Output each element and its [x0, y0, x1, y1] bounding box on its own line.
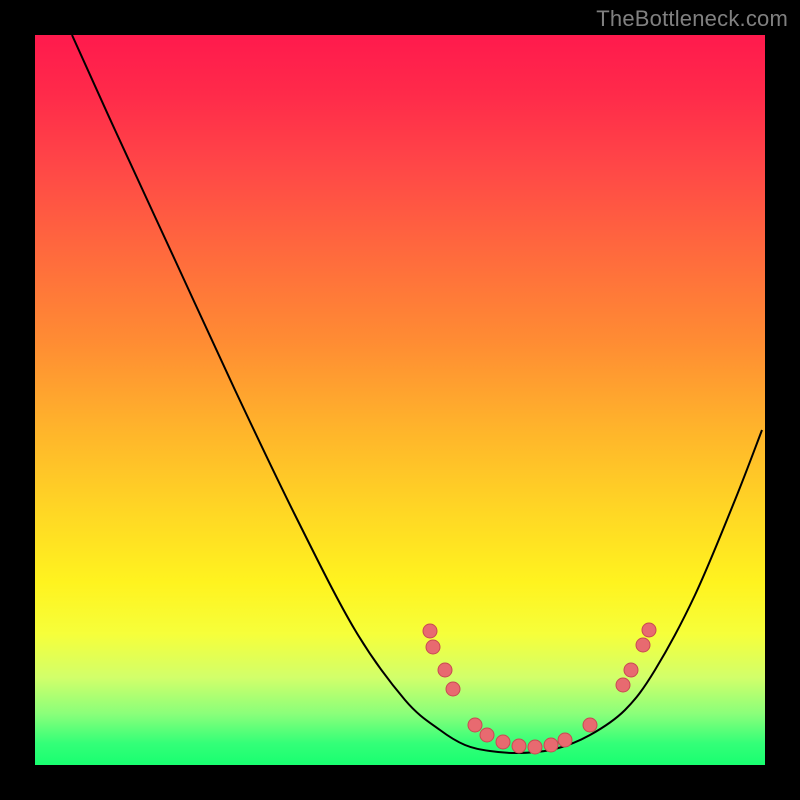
curve-marker — [528, 740, 542, 754]
chart-svg — [35, 35, 765, 765]
curve-marker — [512, 739, 526, 753]
curve-marker — [558, 733, 572, 747]
curve-marker — [446, 682, 460, 696]
curve-marker — [468, 718, 482, 732]
curve-marker — [496, 735, 510, 749]
curve-marker — [616, 678, 630, 692]
chart-frame: TheBottleneck.com — [0, 0, 800, 800]
curve-marker — [544, 738, 558, 752]
bottleneck-curve — [72, 35, 762, 753]
plot-area — [35, 35, 765, 765]
curve-marker — [480, 728, 494, 742]
curve-marker — [636, 638, 650, 652]
curve-marker — [438, 663, 452, 677]
curve-marker — [642, 623, 656, 637]
curve-marker — [624, 663, 638, 677]
curve-marker — [426, 640, 440, 654]
curve-marker — [423, 624, 437, 638]
curve-marker — [583, 718, 597, 732]
curve-markers — [423, 623, 656, 754]
watermark-text: TheBottleneck.com — [596, 6, 788, 32]
